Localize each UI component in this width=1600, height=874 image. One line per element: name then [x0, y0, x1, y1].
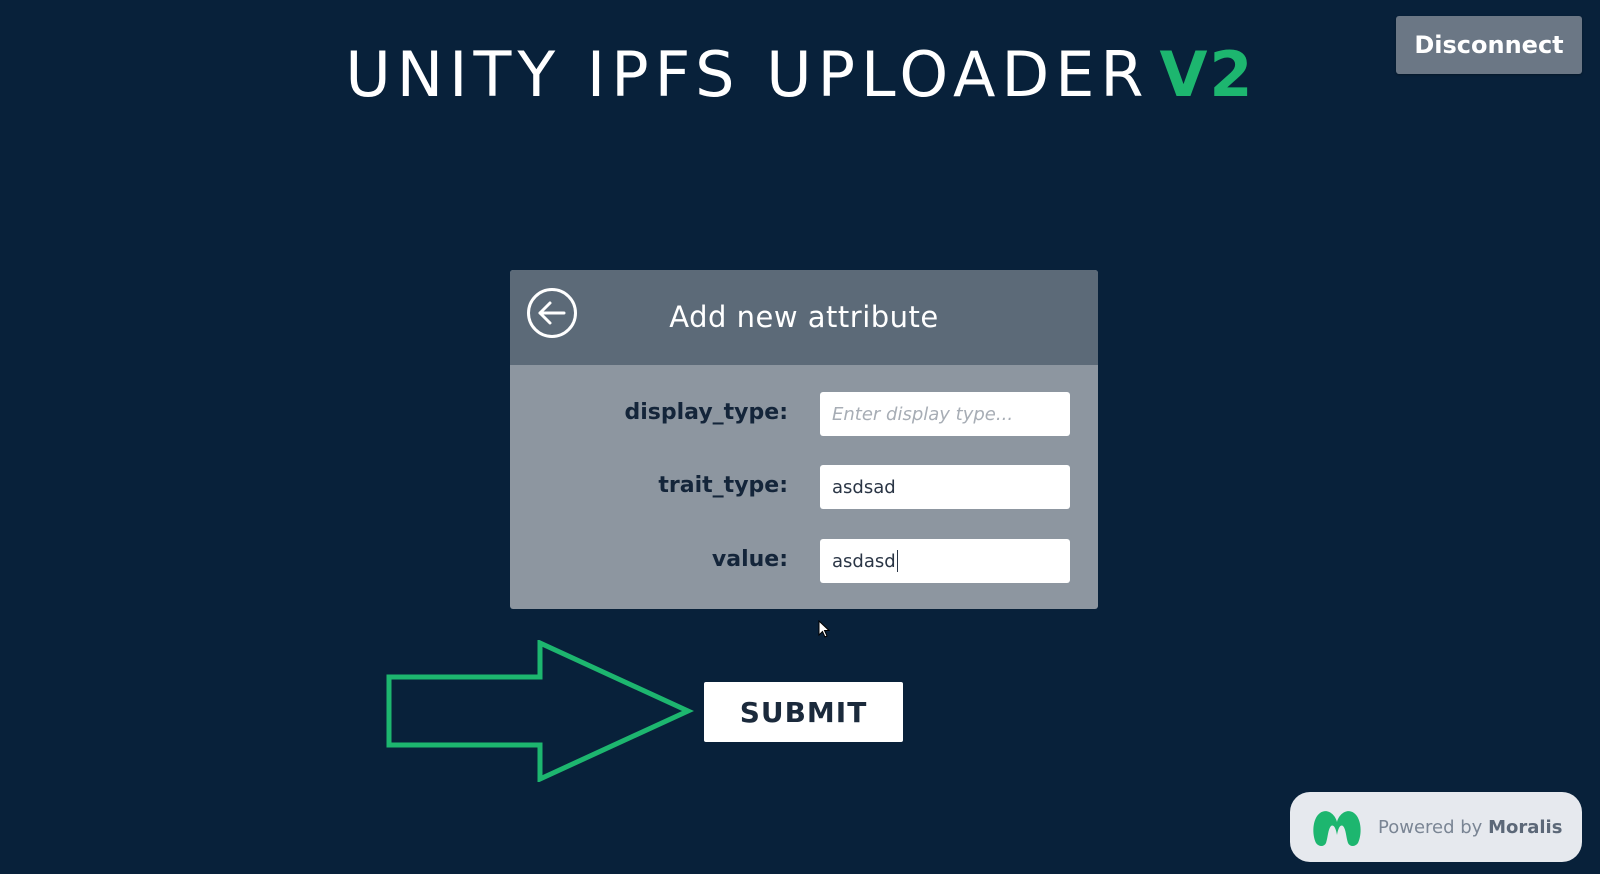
disconnect-button[interactable]: Disconnect — [1396, 16, 1582, 74]
display-type-placeholder: Enter display type... — [832, 403, 1014, 425]
dialog-title: Add new attribute — [669, 300, 939, 334]
page-title: UNITY IPFS UPLOADER V2 — [0, 38, 1600, 111]
display-type-label: display_type: — [624, 400, 788, 425]
value-label: value: — [711, 547, 788, 572]
trait-type-value: asdsad — [832, 476, 896, 498]
add-attribute-dialog: Add new attribute display_type: Enter di… — [510, 270, 1098, 609]
powered-by-label: Powered by — [1378, 816, 1483, 838]
moralis-logo-icon — [1313, 811, 1361, 846]
value-value: asdasd — [832, 550, 896, 572]
powered-by-text: Powered by Moralis — [1378, 817, 1562, 838]
title-main: UNITY IPFS UPLOADER — [345, 38, 1150, 111]
trait-type-label: trait_type: — [658, 473, 788, 498]
dialog-header: Add new attribute — [510, 270, 1098, 365]
text-caret — [896, 550, 898, 572]
display-type-input[interactable]: Enter display type... — [820, 392, 1070, 436]
value-input[interactable]: asdasd — [820, 539, 1070, 583]
powered-by-moralis-badge[interactable]: Powered by Moralis — [1290, 792, 1582, 862]
mouse-cursor-icon — [818, 620, 830, 638]
submit-button[interactable]: SUBMIT — [704, 682, 903, 742]
trait-type-input[interactable]: asdsad — [820, 465, 1070, 509]
annotation-arrow-icon — [386, 640, 694, 782]
title-version: V2 — [1159, 38, 1255, 111]
moralis-brand: Moralis — [1488, 816, 1563, 838]
